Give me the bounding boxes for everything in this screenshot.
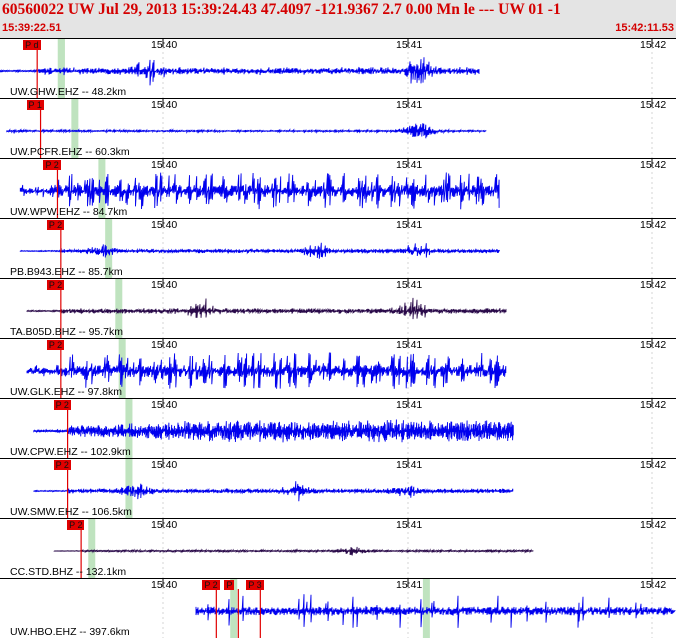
- start-time: 15:39:22.51: [2, 22, 62, 34]
- phase-pick-label[interactable]: P 2: [53, 400, 71, 410]
- time-tick-label: 15:41: [396, 99, 423, 111]
- event-title: 60560022 UW Jul 29, 2013 15:39:24.43 47.…: [2, 1, 561, 18]
- time-tick-label: 15:42: [640, 279, 667, 291]
- station-channel-label: UW.GHW.EHZ -- 48.2km: [10, 86, 127, 98]
- time-tick-label: 15:42: [640, 339, 667, 351]
- seismic-waveform: [6, 123, 487, 139]
- station-channel-label: PB.B943.EHZ -- 85.7km: [10, 266, 123, 278]
- trace-panel[interactable]: P 2 15:40 15:41 15:42 UW.SMW.EHZ -- 106.5km: [0, 458, 676, 518]
- phase-pick-label[interactable]: P: [224, 580, 235, 590]
- phase-pick-label[interactable]: P 2: [53, 460, 71, 470]
- trace-panel[interactable]: P d 15:40 15:41 15:42 UW.GHW.EHZ -- 48.2km: [0, 38, 676, 98]
- trace-panel[interactable]: P 2 15:40 15:41 15:42 CC.STD.BHZ -- 132.1km: [0, 518, 676, 578]
- time-tick-label: 15:42: [640, 159, 667, 171]
- time-tick-label: 15:40: [151, 159, 178, 171]
- time-tick-label: 15:40: [151, 279, 178, 291]
- phase-pick-label[interactable]: P 2: [46, 220, 65, 230]
- trace-panel[interactable]: P 2 15:40 15:41 15:42 UW.CPW.EHZ -- 102.9km: [0, 398, 676, 458]
- time-tick-label: 15:42: [640, 39, 667, 51]
- phase-pick-label[interactable]: P 3: [246, 580, 264, 590]
- time-tick-label: 15:42: [640, 519, 667, 531]
- time-tick-label: 15:40: [151, 579, 178, 591]
- trace-panel[interactable]: P 2 15:40 15:41 15:42 UW.GLK.EHZ -- 97.8km: [0, 338, 676, 398]
- phase-pick-label[interactable]: P 1: [26, 100, 44, 110]
- phase-pick-label[interactable]: P 2: [46, 280, 65, 290]
- time-tick-label: 15:40: [151, 39, 178, 51]
- station-channel-label: CC.STD.BHZ -- 132.1km: [10, 566, 127, 578]
- station-channel-label: UW.PCFR.EHZ -- 60.3km: [10, 146, 130, 158]
- time-tick-label: 15:42: [640, 219, 667, 231]
- seismic-waveform: [26, 297, 507, 320]
- time-tick-label: 15:42: [640, 399, 667, 411]
- seismic-waveform: [0, 57, 480, 86]
- seismic-waveform: [19, 172, 500, 210]
- trace-panel[interactable]: P 2 15:40 15:41 15:42 TA.B05D.BHZ -- 95.7km: [0, 278, 676, 338]
- time-tick-label: 15:41: [396, 159, 423, 171]
- trace-panel[interactable]: P 2 15:40 15:41 15:42 PB.B943.EHZ -- 85.7km: [0, 218, 676, 278]
- time-tick-label: 15:40: [151, 219, 178, 231]
- time-tick-label: 15:40: [151, 339, 178, 351]
- time-tick-label: 15:41: [396, 399, 423, 411]
- seismic-waveform: [33, 419, 514, 443]
- seismic-waveform: [33, 481, 514, 502]
- seismic-waveform: [26, 352, 507, 389]
- trace-panel[interactable]: P 2 P P 3 15:40 15:41 15:42 UW.HBO.EHZ -- 397.…: [0, 578, 676, 638]
- station-channel-label: TA.B05D.BHZ -- 95.7km: [10, 326, 123, 338]
- time-tick-label: 15:42: [640, 459, 667, 471]
- seismic-waveform: [53, 546, 534, 556]
- phase-pick-label[interactable]: P 2: [43, 160, 61, 170]
- end-time: 15:42:11.53: [615, 22, 674, 34]
- trace-panel-stack[interactable]: P d 15:40 15:41 15:42 UW.GHW.EHZ -- 48.2km P …: [0, 38, 676, 638]
- phase-pick-label[interactable]: P d: [23, 40, 41, 50]
- station-channel-label: UW.GLK.EHZ -- 97.8km: [10, 386, 123, 398]
- seismic-waveform: [195, 594, 676, 628]
- phase-pick-label[interactable]: P 2: [202, 580, 220, 590]
- time-tick-label: 15:41: [396, 279, 423, 291]
- time-tick-label: 15:41: [396, 579, 423, 591]
- time-tick-label: 15:41: [396, 519, 423, 531]
- time-tick-label: 15:42: [640, 579, 667, 591]
- station-channel-label: UW.SMW.EHZ -- 106.5km: [10, 506, 132, 518]
- time-tick-label: 15:41: [396, 459, 423, 471]
- time-tick-label: 15:40: [151, 99, 178, 111]
- time-tick-label: 15:40: [151, 459, 178, 471]
- seismic-waveform: [19, 242, 500, 259]
- station-channel-label: UW.WPW.EHZ -- 84.7km: [10, 206, 128, 218]
- time-tick-label: 15:41: [396, 219, 423, 231]
- time-tick-label: 15:41: [396, 39, 423, 51]
- time-tick-label: 15:41: [396, 339, 423, 351]
- time-tick-label: 15:40: [151, 399, 178, 411]
- trace-panel[interactable]: P 1 15:40 15:41 15:42 UW.PCFR.EHZ -- 60.3km: [0, 98, 676, 158]
- time-tick-label: 15:40: [151, 519, 178, 531]
- trace-panel[interactable]: P 2 15:40 15:41 15:42 UW.WPW.EHZ -- 84.7km: [0, 158, 676, 218]
- phase-pick-label[interactable]: P 2: [67, 520, 85, 530]
- station-channel-label: UW.HBO.EHZ -- 397.6km: [10, 626, 130, 638]
- station-channel-label: UW.CPW.EHZ -- 102.9km: [10, 446, 131, 458]
- time-tick-label: 15:42: [640, 99, 667, 111]
- event-header: 60560022 UW Jul 29, 2013 15:39:24.43 47.…: [0, 0, 676, 38]
- phase-pick-label[interactable]: P 2: [46, 340, 65, 350]
